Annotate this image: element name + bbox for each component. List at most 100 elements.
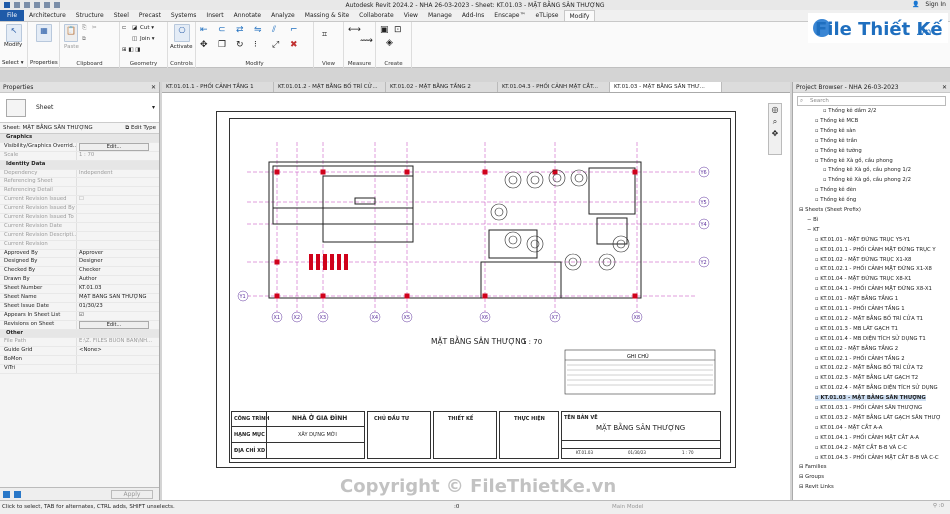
menu-tab-add-ins[interactable]: Add-Ins — [457, 10, 489, 21]
property-value[interactable]: Designer — [79, 258, 103, 264]
browser-item[interactable]: ▫ KT.01.04 - MẶT CẮT A-A — [815, 425, 882, 431]
property-value[interactable]: <None> — [79, 347, 102, 353]
browser-item[interactable]: − Bì — [807, 217, 818, 223]
browser-item[interactable]: ▫ Thống kê đèn — [815, 187, 856, 193]
browser-item[interactable]: ⊟ Sheets (Sheet Prefix) — [799, 207, 861, 213]
menu-tab-enscape-[interactable]: Enscape™ — [489, 10, 530, 21]
array-icon[interactable]: ⁝ — [254, 40, 257, 50]
browser-item[interactable]: ▫ KT.01.01.4 - MB DIỆN TÍCH SỬ DỤNG T1 — [815, 336, 926, 342]
browser-item[interactable]: ▫ KT.01.04.1 - PHỐI CẢNH MẶT ĐỨNG X8-X1 — [815, 286, 932, 292]
browser-item[interactable]: ▫ KT.01.02 - MẶT ĐỨNG TRỤC X1-X8 — [815, 257, 911, 263]
property-value[interactable]: Checker — [79, 267, 101, 273]
chevron-down-icon[interactable]: ▾ — [152, 104, 155, 111]
edit-button[interactable]: Edit... — [79, 320, 149, 329]
menu-tab-steel[interactable]: Steel — [109, 10, 134, 21]
close-icon[interactable]: ✕ — [151, 84, 156, 91]
create-parts-icon[interactable]: ◈ — [386, 38, 393, 48]
menu-tab-structure[interactable]: Structure — [71, 10, 109, 21]
rotate-icon[interactable]: ↻ — [236, 40, 244, 50]
close-icon[interactable]: ✕ — [942, 84, 947, 91]
steering-wheel-icon[interactable]: ◎ — [769, 104, 781, 116]
menu-tab-architecture[interactable]: Architecture — [24, 10, 71, 21]
browser-item[interactable]: ▫ KT.01.03 - MẶT BẰNG SÂN THƯỢNG — [815, 395, 926, 402]
property-value[interactable]: MẶT BẰNG SÂN THƯỢNG — [79, 294, 147, 300]
browser-item[interactable]: ⊟ Revit Links — [799, 484, 834, 490]
browser-item[interactable]: ▫ Thống kê ống — [815, 197, 856, 203]
navigation-bar[interactable]: ◎ ⌕ ✥ — [768, 103, 782, 155]
browser-item[interactable]: ▫ KT.01.01.2 - MẶT BẰNG BỐ TRÍ CỬA T1 — [815, 316, 923, 322]
copy-element-icon[interactable]: ❐ — [218, 40, 226, 50]
offset-icon[interactable]: ⊂ — [218, 25, 226, 35]
browser-item[interactable]: ▫ KT.01.01 - MẶT ĐỨNG TRỤC Y5-Y1 — [815, 237, 910, 243]
view-tab[interactable]: KT.01.02 - MẶT BẰNG TẦNG 2 — [386, 82, 498, 92]
property-section[interactable]: Identity Data — [0, 160, 159, 170]
browser-item[interactable]: ▫ KT.01.03.1 - PHỐI CẢNH SÂN THƯỢNG — [815, 405, 922, 411]
modify-tool-icon[interactable]: ↖ — [6, 24, 22, 42]
browser-item[interactable]: ▫ Thống kê dầm 2/2 — [823, 108, 876, 114]
zoom-icon[interactable]: ⌕ — [769, 116, 781, 128]
menu-tab-etlipse[interactable]: eTLipse — [531, 10, 564, 21]
cut-geometry-button[interactable]: Cut ▾ — [140, 25, 154, 31]
copy-icon[interactable]: ⎘ — [82, 25, 86, 32]
property-value[interactable]: 01/30/23 — [79, 303, 103, 309]
property-section[interactable]: Graphics — [0, 134, 159, 143]
property-value[interactable]: Approver — [79, 250, 103, 256]
view-tab[interactable]: KT.01.01.2 - MẶT BẰNG BỐ TRÍ CỬ... — [274, 82, 386, 92]
pan-icon[interactable]: ✥ — [769, 128, 781, 140]
split-icon[interactable]: ⫽ — [272, 25, 276, 35]
browser-item[interactable]: ▫ KT.01.01.1 - PHỐI CẢNH TẦNG 1 — [815, 306, 905, 312]
select-dropdown[interactable]: Select ▾ — [2, 60, 23, 66]
property-section[interactable]: Other — [0, 329, 159, 339]
view-tab[interactable]: KT.01.03 - MẶT BẰNG SÂN THƯ... — [610, 82, 722, 92]
wall-joins-icon[interactable]: ⊞ ◧ ◨ — [122, 47, 141, 53]
user-icon[interactable]: 👤 — [912, 1, 919, 8]
modify-button[interactable]: Modify — [4, 42, 22, 48]
cope-icon[interactable]: ⊏ — [122, 25, 127, 31]
properties-icon[interactable]: ▦ — [36, 24, 52, 42]
filter-icon[interactable]: ⚲ :0 — [933, 503, 944, 509]
delete-icon[interactable]: ✖ — [290, 40, 298, 50]
align-icon[interactable]: ⇤ — [200, 25, 208, 35]
join-button[interactable]: Join ▾ — [140, 36, 155, 42]
menu-tab-insert[interactable]: Insert — [201, 10, 228, 21]
browser-item[interactable]: ▫ KT.01.04.3 - PHỐI CẢNH MẶT CẮT B-B VÀ … — [815, 455, 939, 461]
browser-item[interactable]: − KT — [807, 227, 819, 233]
edit-button[interactable]: Edit... — [79, 142, 149, 151]
browser-item[interactable]: ▫ KT.01.02.4 - MẶT BẰNG DIỆN TÍCH SỬ DỤN… — [815, 385, 938, 391]
browser-item[interactable]: ▫ KT.01.04 - MẶT ĐỨNG TRỤC X8-X1 — [815, 276, 911, 282]
mirror-draw-icon[interactable]: ⇋ — [254, 25, 262, 35]
menu-tab-modify[interactable]: Modify — [563, 10, 596, 21]
mirror-axis-icon[interactable]: ⇄ — [236, 25, 244, 35]
activate-button[interactable]: Activate — [170, 44, 193, 50]
menu-tab-systems[interactable]: Systems — [166, 10, 202, 21]
browser-item[interactable]: ▫ Thống kê MCB — [815, 118, 858, 124]
browser-item[interactable]: ▫ KT.01.03.2 - MẶT BẰNG LÁT GẠCH SÂN THƯ… — [815, 415, 941, 421]
activate-icon[interactable]: ⎔ — [174, 24, 190, 42]
join-icon[interactable]: ◫ — [132, 36, 137, 42]
paste-icon[interactable]: 📋 — [64, 24, 78, 42]
browser-item[interactable]: ▫ KT.01.01.3 - MB LÁT GẠCH T1 — [815, 326, 898, 332]
edit-type-button[interactable]: ⧉ Edit Type — [125, 125, 156, 132]
browser-item[interactable]: ▫ KT.01.02.2 - MẶT BẰNG BỐ TRÍ CỬA T2 — [815, 365, 923, 371]
browser-item[interactable]: ▫ Thống kê Xà gồ, cầu phong 1/2 — [823, 167, 911, 173]
property-value[interactable]: Author — [79, 276, 97, 282]
match-type-icon[interactable]: ⧉ — [82, 36, 86, 43]
cut-geometry-icon[interactable]: ◪ — [132, 25, 137, 31]
view-tab[interactable]: KT.01.04.3 - PHỐI CẢNH MẶT CẮT... — [498, 82, 610, 92]
sign-in-link[interactable]: Sign In — [925, 1, 946, 8]
main-model-dropdown[interactable]: Main Model — [612, 504, 643, 510]
menu-tab-collaborate[interactable]: Collaborate — [354, 10, 399, 21]
browser-search-input[interactable]: ⌕ Search — [797, 96, 946, 106]
browser-item[interactable]: ⊟ Families — [799, 464, 827, 470]
paste-button[interactable]: Paste — [64, 44, 79, 50]
browser-item[interactable]: ▫ KT.01.02.3 - MẶT BẰNG LÁT GẠCH T2 — [815, 375, 918, 381]
property-value[interactable]: ☑ — [79, 312, 84, 318]
menu-tab-manage[interactable]: Manage — [423, 10, 457, 21]
measure-icon[interactable]: ⟷ — [348, 25, 361, 35]
browser-item[interactable]: ▫ KT.01.04.2 - MẶT CẮT B-B VÀ C-C — [815, 445, 907, 451]
browser-item[interactable]: ▫ KT.01.02 - MẶT BẰNG TẦNG 2 — [815, 346, 898, 352]
menu-tab-file[interactable]: File — [0, 10, 25, 21]
menu-tab-precast[interactable]: Precast — [134, 10, 166, 21]
browser-item[interactable]: ▫ Thống kê trần — [815, 138, 857, 144]
type-selector[interactable]: Sheet ▾ — [0, 93, 159, 123]
